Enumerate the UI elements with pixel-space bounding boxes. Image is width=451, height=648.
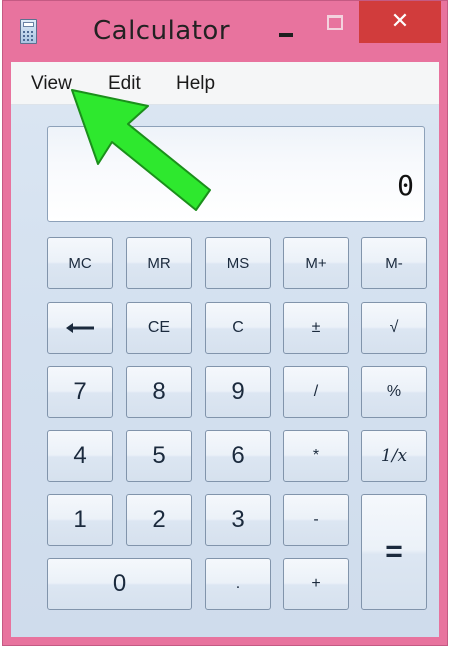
clear-entry-button[interactable]: CE [126, 302, 192, 354]
maximize-button[interactable] [321, 11, 349, 35]
digit-6-button[interactable]: 6 [205, 430, 271, 482]
result-display: 0 [47, 126, 425, 222]
decimal-button[interactable]: . [205, 558, 271, 610]
digit-3-button[interactable]: 3 [205, 494, 271, 546]
mc-button[interactable]: MC [47, 237, 113, 289]
digit-0-button[interactable]: 0 [47, 558, 192, 610]
square-root-button[interactable]: √ [361, 302, 427, 354]
digit-4-button[interactable]: 4 [47, 430, 113, 482]
plus-button[interactable]: + [283, 558, 349, 610]
menu-help[interactable]: Help [176, 73, 215, 95]
digit-1-button[interactable]: 1 [47, 494, 113, 546]
close-button[interactable]: ✕ [359, 1, 441, 43]
clear-button[interactable]: C [205, 302, 271, 354]
digit-9-button[interactable]: 9 [205, 366, 271, 418]
ms-button[interactable]: MS [205, 237, 271, 289]
menu-view[interactable]: View [31, 73, 72, 95]
menu-edit[interactable]: Edit [108, 73, 141, 95]
digit-2-button[interactable]: 2 [126, 494, 192, 546]
calculator-window: Calculator ✕ View Edit Help 0 MC MR MS M… [2, 0, 448, 646]
multiply-button[interactable]: * [283, 430, 349, 482]
title-bar[interactable]: Calculator ✕ [3, 1, 447, 63]
window-title: Calculator [93, 16, 231, 46]
m-minus-button[interactable]: M- [361, 237, 427, 289]
divide-button[interactable]: / [283, 366, 349, 418]
digit-7-button[interactable]: 7 [47, 366, 113, 418]
calculator-body: View Edit Help 0 MC MR MS M+ M- CE C ± √… [11, 62, 439, 637]
mr-button[interactable]: MR [126, 237, 192, 289]
equals-button[interactable]: = [361, 494, 427, 610]
reciprocal-button[interactable]: 1/x [361, 430, 427, 482]
percent-button[interactable]: % [361, 366, 427, 418]
digit-5-button[interactable]: 5 [126, 430, 192, 482]
minimize-button[interactable] [273, 15, 303, 43]
menu-bar: View Edit Help [11, 62, 439, 105]
m-plus-button[interactable]: M+ [283, 237, 349, 289]
calculator-app-icon [20, 19, 37, 44]
left-arrow-icon [66, 323, 94, 333]
digit-8-button[interactable]: 8 [126, 366, 192, 418]
plus-minus-button[interactable]: ± [283, 302, 349, 354]
minus-button[interactable]: - [283, 494, 349, 546]
backspace-button[interactable] [47, 302, 113, 354]
display-value: 0 [397, 169, 414, 202]
